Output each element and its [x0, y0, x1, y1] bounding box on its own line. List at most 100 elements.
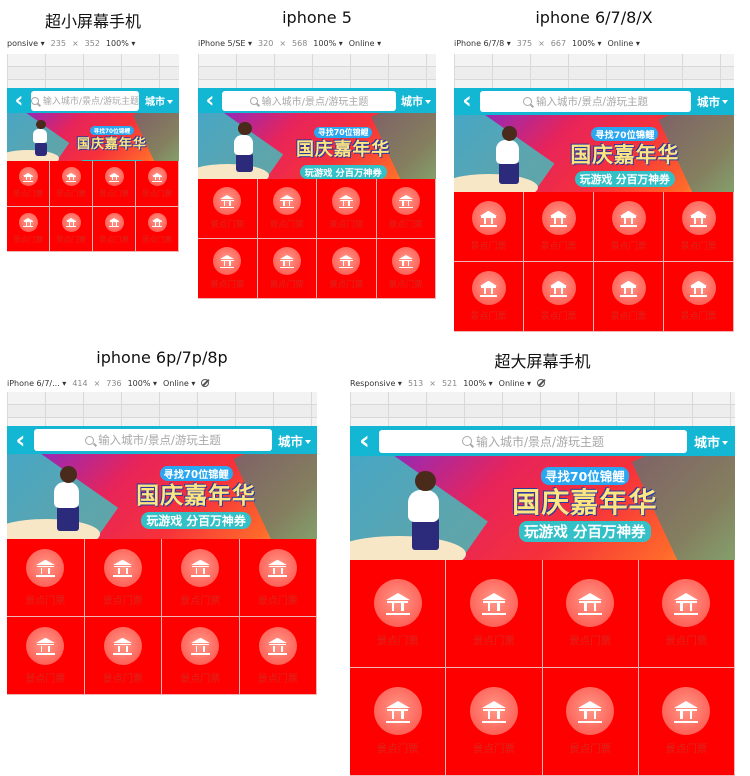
width-input[interactable]: 375 — [517, 39, 532, 48]
category-cell[interactable]: 景点门票 — [638, 560, 735, 668]
category-cell[interactable]: 景点门票 — [376, 239, 436, 299]
category-cell[interactable]: 景点门票 — [162, 617, 240, 695]
promo-banner[interactable]: 寻找70位锦鲤国庆嘉年华玩游戏 分百万神券 — [7, 454, 317, 539]
category-icon-circle — [541, 271, 576, 305]
city-select[interactable]: 城市 — [272, 431, 317, 450]
height-input[interactable]: 667 — [551, 39, 566, 48]
media-query-rulers — [198, 54, 436, 93]
category-label: 景点门票 — [540, 242, 577, 252]
temple-icon — [480, 280, 497, 297]
network-select[interactable]: Online ▾ — [607, 39, 639, 48]
category-cell[interactable]: 景点门票 — [93, 206, 136, 252]
category-cell[interactable]: 景点门票 — [93, 161, 136, 207]
category-cell[interactable]: 景点门票 — [594, 192, 664, 262]
category-cell[interactable]: 景点门票 — [136, 206, 179, 252]
category-icon-circle — [681, 271, 716, 305]
search-input[interactable]: 输入城市/景点/游玩主题 — [222, 90, 396, 111]
zoom-select[interactable]: 100% ▾ — [572, 39, 601, 48]
width-input[interactable]: 235 — [51, 39, 66, 48]
category-cell[interactable]: 景点门票 — [350, 560, 447, 668]
category-cell[interactable]: 景点门票 — [454, 192, 524, 262]
zoom-select[interactable]: 100% ▾ — [313, 39, 342, 48]
zoom-select[interactable]: 100% ▾ — [128, 379, 157, 388]
network-select[interactable]: Online ▾ — [499, 379, 531, 388]
category-cell[interactable]: 景点门票 — [524, 262, 594, 332]
device-select[interactable]: Responsive ▾ — [350, 379, 402, 388]
search-input[interactable]: 输入城市/景点/游玩主题 — [379, 429, 687, 453]
category-cell[interactable]: 景点门票 — [542, 668, 639, 776]
category-cell[interactable]: 景点门票 — [198, 239, 258, 299]
width-input[interactable]: 513 — [408, 379, 423, 388]
category-cell[interactable]: 景点门票 — [664, 262, 734, 332]
height-input[interactable]: 521 — [442, 379, 457, 388]
temple-icon — [578, 699, 603, 723]
category-cell[interactable]: 景点门票 — [350, 668, 447, 776]
search-input[interactable]: 输入城市/景点/游玩主题 — [34, 429, 272, 451]
category-cell[interactable]: 景点门票 — [84, 617, 162, 695]
promo-banner[interactable]: 寻找70位锦鲤国庆嘉年华玩游戏 分百万神券 — [198, 113, 436, 179]
category-icon-circle — [104, 212, 124, 232]
back-icon[interactable]: ‹ — [7, 426, 34, 454]
back-icon[interactable]: ‹ — [7, 88, 31, 113]
category-cell[interactable]: 景点门票 — [7, 206, 50, 252]
category-cell[interactable]: 景点门票 — [257, 239, 317, 299]
temple-icon — [279, 194, 294, 208]
category-cell[interactable]: 景点门票 — [542, 560, 639, 668]
category-cell[interactable]: 景点门票 — [454, 262, 524, 332]
promo-banner[interactable]: 寻找70位锦鲤国庆嘉年华玩游戏 分百万神券 — [7, 113, 179, 161]
rotate-icon[interactable] — [201, 379, 210, 387]
category-cell[interactable]: 景点门票 — [317, 179, 377, 239]
category-cell[interactable]: 景点门票 — [162, 539, 240, 617]
device-select[interactable]: iPhone 5/SE ▾ — [198, 39, 252, 48]
category-cell[interactable]: 景点门票 — [50, 161, 93, 207]
promo-banner[interactable]: 寻找70位锦鲤国庆嘉年华玩游戏 分百万神券 — [454, 115, 734, 192]
back-icon[interactable]: ‹ — [454, 88, 480, 115]
category-cell[interactable]: 景点门票 — [524, 192, 594, 262]
category-icon-circle — [469, 687, 518, 735]
category-cell[interactable]: 景点门票 — [84, 539, 162, 617]
network-select[interactable]: Online ▾ — [349, 39, 381, 48]
category-cell[interactable]: 景点门票 — [257, 179, 317, 239]
network-select[interactable]: Online ▾ — [163, 379, 195, 388]
device-select[interactable]: ponsive ▾ — [7, 39, 45, 48]
rotate-icon[interactable] — [537, 379, 546, 387]
category-cell[interactable]: 景点门票 — [446, 560, 543, 668]
category-cell[interactable]: 景点门票 — [7, 617, 85, 695]
category-cell[interactable]: 景点门票 — [198, 179, 258, 239]
height-input[interactable]: 568 — [292, 39, 307, 48]
height-input[interactable]: 352 — [85, 39, 100, 48]
banner-headline: 寻找70位锦鲤国庆嘉年华玩游戏 分百万神券 — [59, 118, 166, 161]
category-icon-circle — [391, 187, 420, 215]
category-cell[interactable]: 景点门票 — [239, 617, 317, 695]
category-cell[interactable]: 景点门票 — [376, 179, 436, 239]
city-select[interactable]: 城市 — [691, 94, 734, 110]
search-input[interactable]: 输入城市/景点/游玩主题 — [31, 90, 139, 111]
height-input[interactable]: 736 — [106, 379, 121, 388]
category-cell[interactable]: 景点门票 — [594, 262, 664, 332]
category-cell[interactable]: 景点门票 — [664, 192, 734, 262]
width-input[interactable]: 414 — [72, 379, 87, 388]
city-select[interactable]: 城市 — [396, 93, 436, 109]
category-cell[interactable]: 景点门票 — [136, 161, 179, 207]
zoom-select[interactable]: 100% ▾ — [463, 379, 492, 388]
category-cell[interactable]: 景点门票 — [638, 668, 735, 776]
category-cell[interactable]: 景点门票 — [446, 668, 543, 776]
search-placeholder: 输入城市/景点/游玩主题 — [535, 96, 649, 108]
zoom-select[interactable]: 100% ▾ — [106, 39, 135, 48]
search-input[interactable]: 输入城市/景点/游玩主题 — [480, 91, 691, 112]
category-cell[interactable]: 景点门票 — [50, 206, 93, 252]
ruler-row — [350, 405, 735, 418]
promo-banner[interactable]: 寻找70位锦鲤国庆嘉年华玩游戏 分百万神券 — [350, 456, 735, 560]
category-cell[interactable]: 景点门票 — [7, 539, 85, 617]
back-icon[interactable]: ‹ — [350, 426, 379, 456]
category-cell[interactable]: 景点门票 — [317, 239, 377, 299]
width-input[interactable]: 320 — [258, 39, 273, 48]
category-cell[interactable]: 景点门票 — [7, 161, 50, 207]
device-select[interactable]: iPhone 6/7/... ▾ — [7, 379, 66, 388]
back-icon[interactable]: ‹ — [198, 88, 222, 113]
category-cell[interactable]: 景点门票 — [239, 539, 317, 617]
device-select[interactable]: iPhone 6/7/8 ▾ — [454, 39, 511, 48]
temple-icon — [279, 254, 294, 268]
city-select[interactable]: 城市 — [687, 432, 735, 451]
city-select[interactable]: 城市 — [139, 93, 179, 108]
